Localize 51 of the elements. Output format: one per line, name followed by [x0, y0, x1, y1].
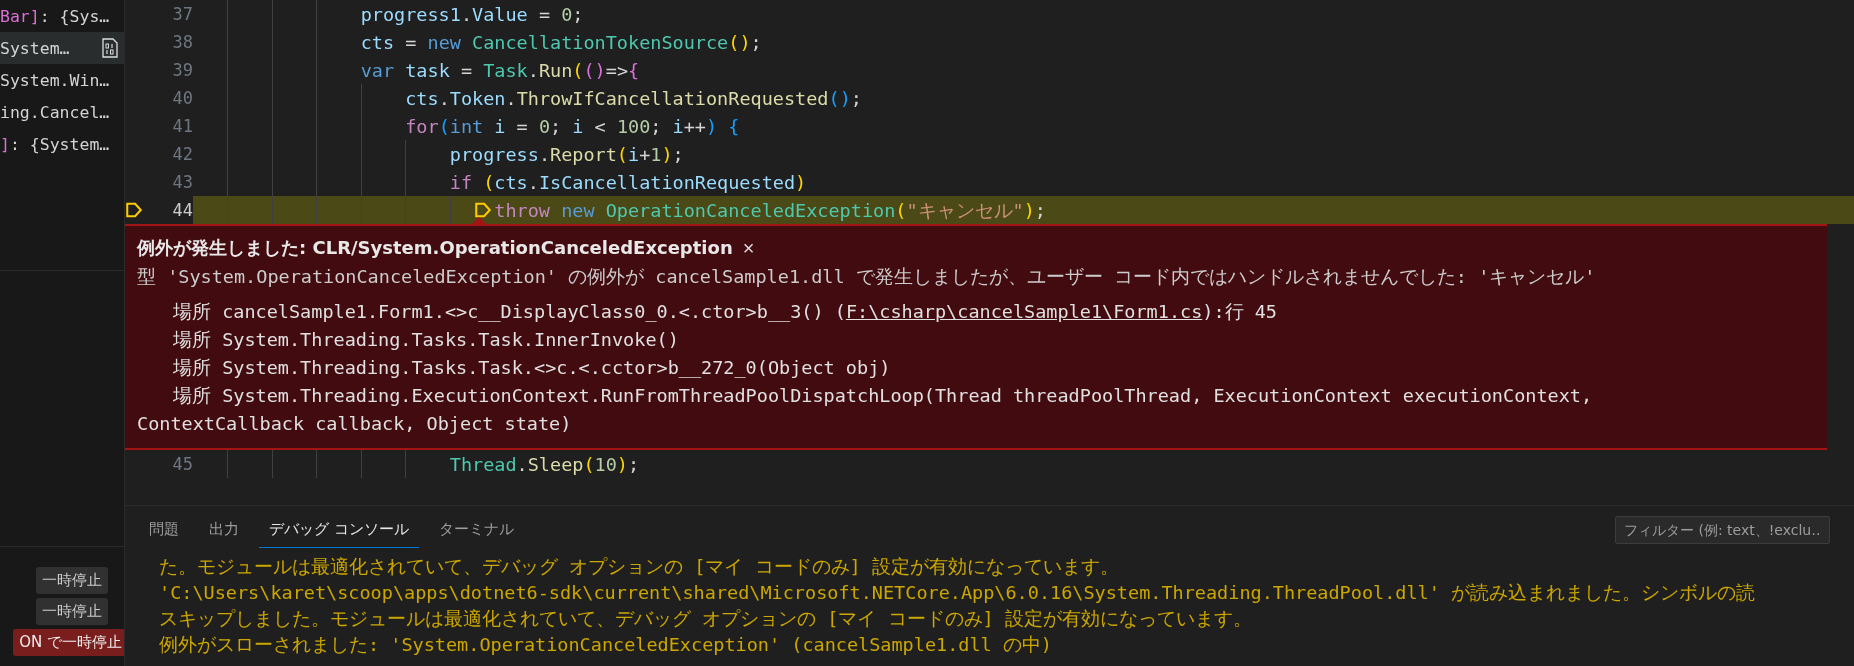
stack-frame: 場所 System.Threading.Tasks.Task.<>c.<.cctor>b__272_0(Object obj)	[137, 354, 1697, 382]
console-line: 'C:\Users\karet\scoop\apps\dotnet6-sdk\current\shared\Microsoft.NETCore.App\6.0.16\System.Threading.ThreadPool.dll' が読み込まれました。シンボルの読	[159, 581, 1756, 605]
stack-frame: 場所 System.Threading.ExecutionContext.RunFromThreadPoolDispatchLoop(Thread threadPoolThread, ExecutionContext executionContext, ContextCallback callback, Object state)	[137, 382, 1697, 438]
line-number: 41	[171, 116, 193, 136]
code-line: throw new OperationCanceledException("キャンセル");	[494, 198, 1046, 223]
panel-tab[interactable]: 問題	[139, 512, 189, 548]
panel-tab[interactable]: デバッグ コンソール	[259, 512, 419, 548]
stack-frame: 場所 cancelSample1.Form1.<>c__DisplayClass0_0.<.ctor>b__3() (F:\csharp\cancelSample1\Form1.cs):行 45	[137, 298, 1697, 326]
line-number: 38	[171, 32, 193, 52]
pause-button[interactable]: 一時停止	[36, 567, 108, 594]
variable-value: System.Win…	[0, 70, 110, 90]
code-line: progress1.Value = 0;	[360, 3, 584, 25]
code-line: Thread.Sleep(10);	[449, 453, 640, 475]
pause-button[interactable]: 一時停止	[36, 598, 108, 625]
variable-row[interactable]: System.Win…	[0, 64, 124, 96]
pause-button[interactable]: ON で一時停止	[13, 629, 124, 656]
exception-arrow-icon	[474, 201, 493, 219]
console-line: た。モジュールは最適化されていて、デバッグ オプションの [マイ コードのみ] 設定が有効になっています。	[159, 555, 1120, 579]
exception-message: 型 'System.OperationCanceledException' の例外が cancelSample1.dll で発生しましたが、ユーザー コード内ではハンドルされませんでした: 'キャンセル'	[137, 265, 1597, 289]
stack-frame: 場所 System.Threading.Tasks.Task.InnerInvoke()	[137, 326, 1697, 354]
file-link[interactable]: F:\csharp\cancelSample1\Form1.cs	[845, 301, 1203, 322]
line-number: 42	[171, 144, 193, 164]
variable-value: ing.Cancel…	[0, 102, 110, 122]
code-line: cts.Token.ThrowIfCancellationRequested();	[405, 87, 862, 109]
variable-row[interactable]: Bar]: {Sys…	[0, 0, 124, 32]
line-number: 45	[171, 454, 193, 474]
line-number: 39	[171, 60, 193, 80]
variable-value: ]: {System…	[0, 134, 110, 154]
line-number: 43	[171, 172, 193, 192]
variable-row[interactable]: System…	[0, 32, 124, 64]
line-number: 40	[171, 88, 193, 108]
line-number: 44	[171, 200, 193, 220]
exception-title: 例外が発生しました: CLR/System.OperationCanceledException	[137, 236, 733, 260]
console-line: スキップしました。モジュールは最適化されていて、デバッグ オプションの [マイ コードのみ] 設定が有効になっています。	[159, 607, 1253, 631]
code-line: if (cts.IsCancellationRequested)	[449, 171, 807, 193]
panel-tab[interactable]: ターミナル	[428, 512, 524, 548]
close-button[interactable]: ×	[738, 238, 759, 258]
code-line: for(int i = 0; i < 100; i++) {	[405, 115, 740, 137]
console-line: 例外がスローされました: 'System.OperationCanceledException' (cancelSample1.dll の中)	[159, 633, 1053, 657]
variable-row[interactable]: ing.Cancel…	[0, 96, 124, 128]
line-number: 37	[171, 4, 193, 24]
variable-value: System…	[0, 38, 70, 58]
binary-file-icon[interactable]	[102, 38, 118, 58]
filter-field[interactable]: フィルター (例: text、!exclu…	[1615, 516, 1830, 544]
current-line-arrow-icon	[125, 201, 143, 219]
panel-tab[interactable]: 出力	[199, 512, 249, 548]
variable-row[interactable]: ]: {System…	[0, 128, 124, 160]
code-line: progress.Report(i+1);	[449, 143, 684, 165]
variable-value: Bar]: {Sys…	[0, 6, 110, 26]
code-line: cts = new CancellationTokenSource();	[360, 31, 762, 53]
code-line: var task = Task.Run(()=>{	[360, 59, 640, 81]
